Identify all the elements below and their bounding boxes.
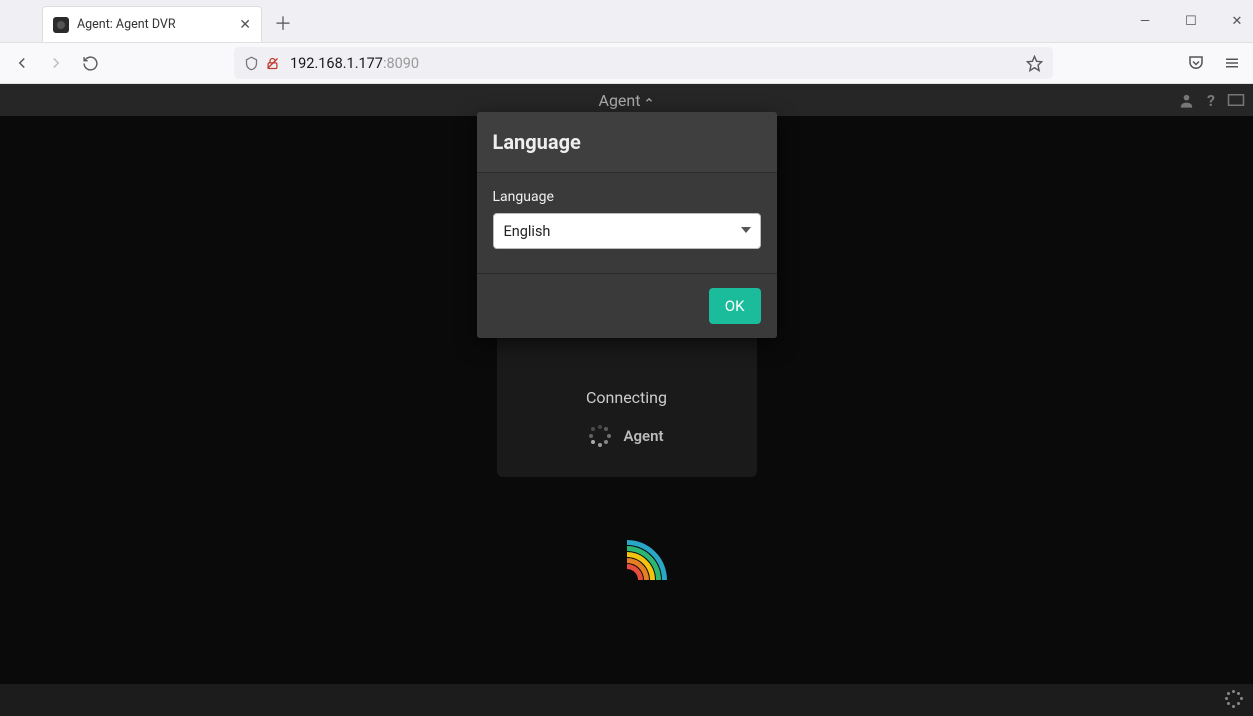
status-label: Agent — [623, 427, 663, 445]
url-host: 192.168.1.177 — [290, 55, 383, 72]
tab-favicon — [53, 17, 69, 33]
security-indicator[interactable] — [244, 56, 280, 71]
status-title: Connecting — [507, 388, 747, 407]
address-bar[interactable]: 192.168.1.177:8090 — [234, 47, 1053, 79]
maximize-icon[interactable]: ☐ — [1179, 14, 1203, 29]
help-icon[interactable]: ? — [1207, 91, 1215, 110]
tab-title: Agent: Agent DVR — [77, 17, 176, 32]
app-brand-menu[interactable]: Agent — [599, 91, 655, 110]
browser-toolbar: 192.168.1.177:8090 — [0, 42, 1253, 84]
shield-icon — [244, 56, 259, 71]
window-close-icon[interactable]: ✕ — [1225, 14, 1249, 29]
language-select[interactable]: English — [493, 213, 761, 249]
modal-title: Language — [477, 112, 777, 173]
browser-tab[interactable]: Agent: Agent DVR ✕ — [42, 6, 262, 42]
footer-bar — [0, 684, 1253, 716]
close-icon[interactable]: ✕ — [239, 18, 251, 32]
forward-button — [46, 53, 66, 73]
connecting-panel: Connecting Agent — [497, 324, 757, 477]
app-brand-label: Agent — [599, 91, 641, 110]
language-modal: Language Language English OK — [477, 112, 777, 338]
fullscreen-icon[interactable] — [1227, 93, 1245, 107]
pocket-icon[interactable] — [1187, 54, 1205, 72]
reload-button[interactable] — [80, 53, 100, 73]
user-icon[interactable] — [1178, 92, 1195, 109]
browser-tabstrip: Agent: Agent DVR ✕ ＋ — ☐ ✕ — [0, 0, 1253, 42]
new-tab-button[interactable]: ＋ — [274, 16, 292, 42]
footer-spinner-icon — [1225, 690, 1243, 708]
spinner-icon — [589, 425, 611, 447]
rainbow-logo — [587, 540, 667, 610]
language-field-label: Language — [493, 189, 761, 205]
url-port: :8090 — [383, 55, 419, 72]
ok-button[interactable]: OK — [709, 288, 761, 324]
lock-insecure-icon — [265, 56, 280, 71]
page-content: Agent ? Connecting Agent — [0, 84, 1253, 716]
bookmark-icon[interactable] — [1026, 55, 1043, 72]
chevron-up-icon — [644, 95, 654, 105]
minimize-icon[interactable]: — — [1133, 14, 1157, 29]
window-controls: — ☐ ✕ — [1133, 0, 1249, 42]
url-text: 192.168.1.177:8090 — [290, 55, 1016, 72]
menu-icon[interactable] — [1223, 54, 1241, 72]
back-button[interactable] — [12, 53, 32, 73]
